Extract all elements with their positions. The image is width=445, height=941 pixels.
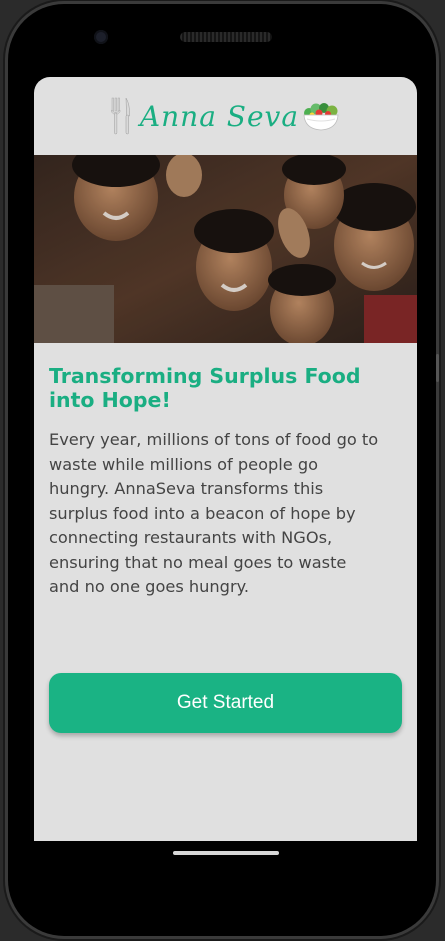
onboarding-content: Transforming Surplus Food into Hope! Eve… xyxy=(49,364,404,600)
salad-bowl-icon xyxy=(303,103,339,131)
fork-knife-icon xyxy=(111,97,130,135)
power-button xyxy=(436,354,439,382)
get-started-button[interactable]: Get Started xyxy=(49,673,402,733)
phone-frame: Anna Seva Transforming Surplus Food into… xyxy=(8,4,439,936)
app-screen: Anna Seva Transforming Surplus Food into… xyxy=(34,77,417,841)
onboarding-title: Transforming Surplus Food into Hope! xyxy=(49,364,361,412)
app-logo: Anna Seva xyxy=(34,77,417,155)
hero-image-children xyxy=(34,155,417,343)
front-camera xyxy=(94,30,108,44)
onboarding-description: Every year, millions of tons of food go … xyxy=(49,430,379,596)
earpiece-speaker xyxy=(180,32,272,42)
logo-wordmark: Anna Seva xyxy=(139,99,300,133)
home-indicator[interactable] xyxy=(173,851,279,855)
